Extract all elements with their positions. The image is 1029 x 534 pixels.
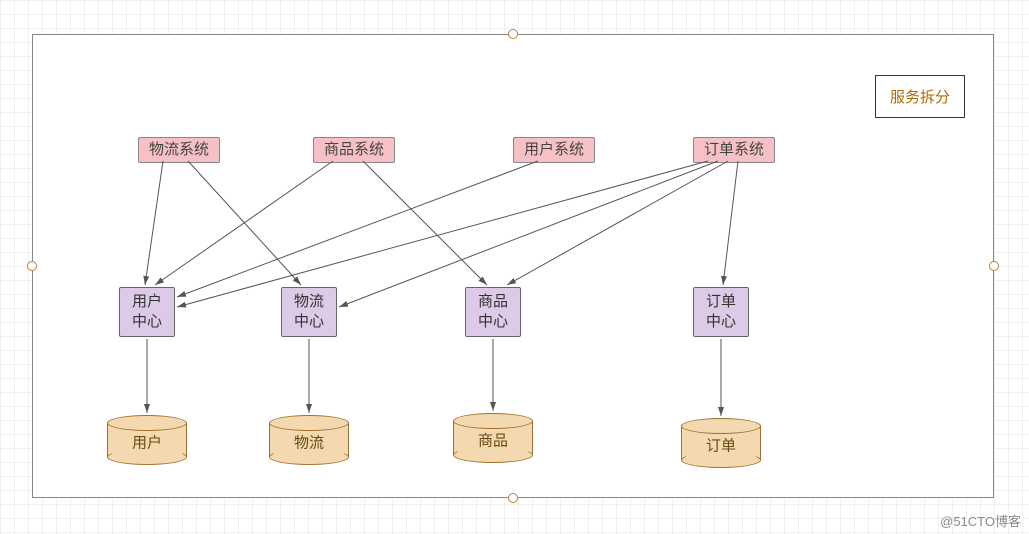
edge-user-to-user	[177, 161, 538, 297]
system-order[interactable]: 订单系统	[693, 137, 775, 163]
center-order[interactable]: 订单 中心	[693, 287, 749, 337]
system-product-label: 商品系统	[324, 141, 384, 158]
edge-logistics-to-user	[145, 161, 163, 285]
db-product-label: 商品	[453, 430, 533, 451]
center-logistics-line1: 物流	[294, 293, 324, 310]
edge-logistics-to-logistics	[188, 161, 301, 285]
edge-order-to-product	[507, 161, 728, 285]
diagram-title-text: 服务拆分	[890, 89, 950, 106]
db-logistics[interactable]: 物流	[269, 415, 349, 465]
watermark-text: @51CTO博客	[940, 514, 1021, 529]
center-logistics-line2: 中心	[294, 313, 324, 330]
db-product-top	[453, 413, 533, 429]
diagram-title-box[interactable]: 服务拆分	[875, 75, 965, 118]
system-logistics[interactable]: 物流系统	[138, 137, 220, 163]
edge-order-to-order	[723, 161, 738, 285]
resize-handle-left[interactable]	[27, 261, 37, 271]
resize-handle-bottom[interactable]	[508, 493, 518, 503]
db-logistics-top	[269, 415, 349, 431]
system-product[interactable]: 商品系统	[313, 137, 395, 163]
system-user[interactable]: 用户系统	[513, 137, 595, 163]
center-product[interactable]: 商品 中心	[465, 287, 521, 337]
center-user[interactable]: 用户 中心	[119, 287, 175, 337]
center-product-line2: 中心	[478, 313, 508, 330]
center-user-line2: 中心	[132, 313, 162, 330]
center-product-line1: 商品	[478, 293, 508, 310]
system-user-label: 用户系统	[524, 141, 584, 158]
db-user[interactable]: 用户	[107, 415, 187, 465]
center-logistics[interactable]: 物流 中心	[281, 287, 337, 337]
db-order-top	[681, 418, 761, 434]
db-user-top	[107, 415, 187, 431]
center-order-line2: 中心	[706, 313, 736, 330]
center-order-line1: 订单	[706, 293, 736, 310]
center-user-line1: 用户	[132, 293, 162, 310]
resize-handle-top[interactable]	[508, 29, 518, 39]
edge-product-to-product	[363, 161, 487, 285]
db-order[interactable]: 订单	[681, 418, 761, 468]
diagram-canvas[interactable]: 服务拆分 物流系统 商品系统 用户系统 订单系统 用户 中心 物流 中心 商品 …	[32, 34, 994, 498]
edge-order-to-logistics	[339, 161, 718, 307]
db-logistics-label: 物流	[269, 432, 349, 453]
db-user-label: 用户	[107, 432, 187, 453]
edge-order-to-user	[177, 161, 708, 307]
db-order-label: 订单	[681, 435, 761, 456]
db-product[interactable]: 商品	[453, 413, 533, 463]
resize-handle-right[interactable]	[989, 261, 999, 271]
system-order-label: 订单系统	[704, 141, 764, 158]
watermark: @51CTO博客	[940, 511, 1021, 530]
system-logistics-label: 物流系统	[149, 141, 209, 158]
edge-product-to-user	[155, 161, 333, 285]
